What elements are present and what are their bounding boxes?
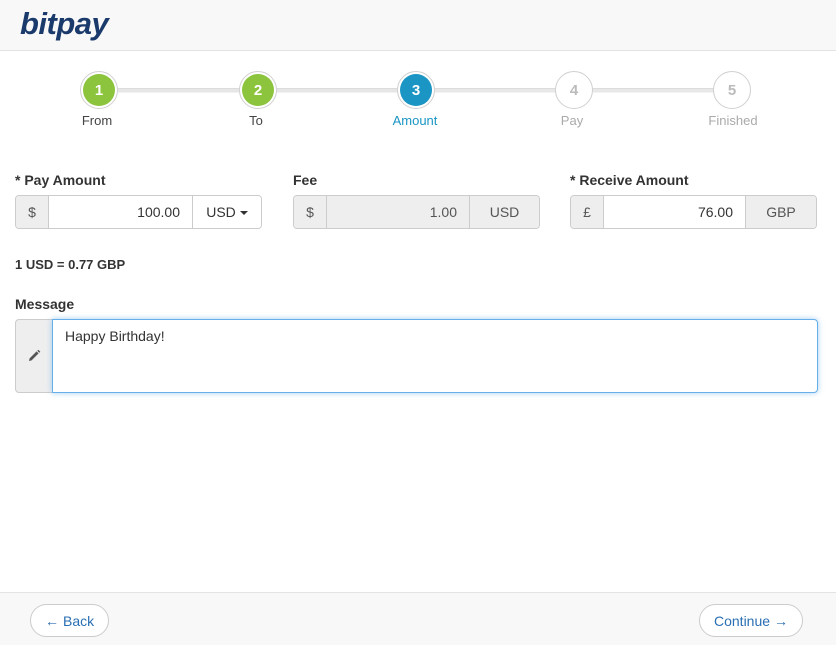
message-label: Message — [15, 296, 75, 312]
pay-amount-label: * Pay Amount — [15, 172, 106, 188]
pay-currency-label: USD — [206, 204, 236, 220]
step-5-number: 5 — [716, 74, 748, 106]
step-2-label: To — [249, 113, 263, 128]
step-1-circle[interactable]: 1 — [80, 71, 118, 109]
bitpay-logo[interactable]: bitpay — [20, 6, 109, 42]
pay-amount-group: $ 100.00 USD — [15, 195, 262, 229]
back-button-label: Back — [63, 612, 95, 629]
arrow-right-icon: → — [774, 612, 789, 629]
back-button[interactable]: ← Back — [30, 604, 110, 637]
progress-stepper: 1 From 2 To 3 Amount 4 Pay 5 Finished — [0, 70, 836, 140]
message-group: Happy Birthday! — [15, 319, 818, 393]
step-4-number: 4 — [558, 74, 590, 106]
fee-currency-symbol: $ — [294, 196, 327, 228]
receive-currency-label: GBP — [745, 196, 816, 228]
step-connector-1-2 — [118, 88, 240, 93]
step-5-label: Finished — [708, 113, 758, 128]
continue-button[interactable]: Continue → — [699, 604, 804, 637]
fee-input: 1.00 — [327, 196, 469, 228]
pay-amount-input[interactable]: 100.00 — [49, 196, 192, 228]
step-3-number: 3 — [400, 74, 432, 106]
step-4-circle: 4 — [555, 71, 593, 109]
step-connector-4-5 — [592, 88, 714, 93]
step-5-circle: 5 — [713, 71, 751, 109]
pay-amount-currency-symbol: $ — [16, 196, 49, 228]
receive-amount-label: * Receive Amount — [570, 172, 689, 188]
footer-bar: ← Back Continue → — [0, 592, 836, 645]
app-window: bitpay 1 From 2 To 3 Amount 4 Pay 5 Fini… — [0, 0, 836, 645]
step-1-label: From — [81, 113, 113, 128]
step-connector-3-4 — [434, 88, 556, 93]
step-1-number: 1 — [83, 74, 115, 106]
fee-currency-label: USD — [469, 196, 539, 228]
pencil-icon — [15, 319, 52, 393]
arrow-left-icon: ← — [45, 612, 59, 629]
caret-down-icon — [239, 211, 248, 215]
receive-amount-currency-symbol: £ — [571, 196, 604, 228]
step-3-label: Amount — [392, 113, 438, 128]
step-4-label: Pay — [560, 113, 584, 128]
header-bar: bitpay — [0, 0, 836, 51]
step-2-circle[interactable]: 2 — [239, 71, 277, 109]
fee-group: $ 1.00 USD — [293, 195, 540, 229]
receive-amount-group: £ 76.00 GBP — [570, 195, 817, 229]
step-connector-2-3 — [276, 88, 400, 93]
message-textarea[interactable]: Happy Birthday! — [52, 319, 818, 393]
continue-button-label: Continue — [714, 612, 771, 629]
step-3-circle: 3 — [397, 71, 435, 109]
fee-label: Fee — [293, 172, 318, 188]
exchange-rate-text: 1 USD = 0.77 GBP — [15, 257, 126, 272]
pay-currency-dropdown[interactable]: USD — [192, 196, 261, 228]
step-2-number: 2 — [242, 74, 274, 106]
receive-amount-input[interactable]: 76.00 — [604, 196, 745, 228]
